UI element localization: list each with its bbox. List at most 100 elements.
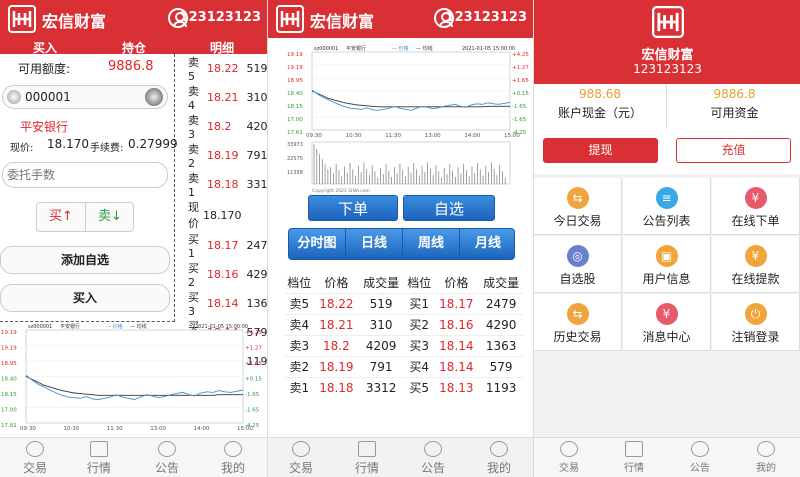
fund-actions: 提现 充值 [534, 128, 800, 174]
buy-submit-button[interactable]: 买入 [0, 284, 170, 312]
tab-market[interactable]: 行情 [74, 441, 124, 476]
tab-mine[interactable]: 我的 [741, 441, 791, 474]
tab-monthly[interactable]: 月线 [460, 229, 514, 259]
menu-item[interactable]: ⏻ 注销登录 [712, 294, 800, 351]
book-volume: 4290 [246, 268, 268, 281]
y-tick-label: +1.27 [245, 346, 262, 352]
x-tick-label: 11:30 [107, 426, 123, 432]
menu-item-label: 公告列表 [642, 214, 691, 228]
tab-weekly[interactable]: 周线 [403, 229, 460, 259]
book-volume: 3312 [246, 178, 268, 191]
tab-trade[interactable]: 交易 [276, 441, 326, 476]
available-value: 9886.8 [713, 87, 756, 101]
book-price: 18.14 [207, 297, 239, 310]
y-tick-label: -1.65 [512, 117, 527, 123]
quote-cell: 579 [478, 355, 524, 377]
y-tick-label: +0.15 [512, 91, 529, 97]
book-price: 18.18 [207, 178, 239, 191]
brand-name: 宏信财富 [641, 48, 694, 63]
quote-cell: 买5 [403, 376, 435, 398]
book-level: 卖4 [188, 85, 199, 112]
chart-copyright: Copyright 2021 SINA.com [312, 188, 370, 194]
tab-notice[interactable]: 公告 [408, 441, 458, 476]
quote-row: 卖4 18.21 310 买2 18.16 4290 [284, 313, 524, 335]
tab-notice[interactable]: 公告 [142, 441, 192, 476]
quote-cell: 18.18 [314, 376, 359, 398]
minus-icon[interactable] [7, 90, 21, 104]
watchlist-button[interactable]: 自选 [403, 195, 495, 221]
tab-mine[interactable]: 我的 [474, 441, 524, 476]
book-level: 卖5 [188, 56, 199, 83]
order-button[interactable]: 下单 [308, 195, 398, 221]
menu-item-label: 在线提款 [731, 272, 780, 286]
tab-daily[interactable]: 日线 [346, 229, 403, 259]
quote-cell: 卖2 [284, 355, 315, 377]
quote-cell: 519 [358, 292, 404, 314]
y-tick-label: +1.65 [245, 361, 262, 367]
tab-trade[interactable]: 交易 [10, 441, 60, 476]
x-tick-label: 15:00 [504, 133, 520, 139]
available-label: 可用资金 [710, 106, 759, 120]
price-label: 现价: [10, 143, 34, 154]
brand-logo-icon [8, 5, 36, 33]
book-row: 卖1 18.18 3312 [186, 170, 267, 199]
sell-direction-button[interactable]: 卖↓ [86, 203, 134, 231]
add-watchlist-button[interactable]: 添加自选 [0, 246, 170, 274]
price-value: 18.170 [47, 137, 89, 151]
exchange-icon [292, 441, 310, 457]
tab-mine[interactable]: 我的 [208, 441, 258, 476]
tab-market[interactable]: 行情 [342, 441, 392, 476]
brand-name: 宏信财富 [310, 12, 375, 31]
quote-header: 成交量 [483, 275, 520, 290]
menu-item[interactable]: ⇆ 今日交易 [534, 178, 622, 235]
book-price: 18.21 [207, 91, 239, 104]
bottom-tab-bar: 交易 行情 公告 我的 [268, 437, 533, 477]
quote-cell: 18.22 [314, 292, 359, 314]
x-tick-label: 09:30 [20, 426, 36, 432]
menu-item[interactable]: ¥ 在线提款 [712, 236, 800, 293]
quote-cell: 买2 [403, 313, 435, 335]
quote-cell: 买4 [403, 355, 435, 377]
tab-intraday[interactable]: 分时图 [289, 229, 346, 259]
quantity-input[interactable] [2, 162, 168, 188]
menu-item[interactable]: ¥ 消息中心 [623, 294, 711, 351]
app-header: 宏信财富 123123123 [0, 0, 267, 38]
plus-icon[interactable] [145, 88, 163, 106]
book-volume: 310 [246, 91, 268, 104]
balance-summary: 988.68 账户现金（元） 9886.8 可用资金 [534, 84, 800, 128]
tab-mine-label: 我的 [220, 461, 245, 475]
quote-cell: 310 [358, 313, 404, 335]
quote-cell: 1363 [478, 334, 524, 356]
menu-item[interactable]: ≡ 公告列表 [623, 178, 711, 235]
x-tick-label: 13:00 [425, 133, 441, 139]
menu-item[interactable]: ◎ 自选股 [534, 236, 622, 293]
menu-item[interactable]: ¥ 在线下单 [712, 178, 800, 235]
yen-icon: ¥ [744, 187, 767, 209]
menu-item[interactable]: ⇆ 历史交易 [534, 294, 622, 351]
cash-label: 账户现金（元） [557, 106, 642, 120]
tab-notice-label: 公告 [690, 463, 710, 474]
tab-market[interactable]: 行情 [609, 441, 659, 474]
quote-cell: 2479 [478, 292, 524, 314]
user-id: 123123123 [179, 10, 261, 25]
book-price: 18.17 [207, 239, 239, 252]
book-price: 18.22 [207, 62, 239, 75]
buy-direction-button[interactable]: 买↑ [37, 203, 86, 231]
y-tick-label: 18.15 [1, 392, 17, 398]
deposit-button[interactable]: 充值 [676, 138, 791, 163]
menu-item[interactable]: ▣ 用户信息 [623, 236, 711, 293]
y-tick-label: -1.65 [512, 104, 527, 110]
trade-panel: 宏信财富 123123123 买入 持仓 明细 可用额度: 9886.8 000… [0, 0, 267, 477]
withdraw-button[interactable]: 提现 [543, 138, 658, 163]
book-row: 卖2 18.19 791 [186, 141, 267, 170]
y-tick-label: -1.65 [245, 392, 260, 398]
x-tick-label: 10:30 [63, 426, 79, 432]
brand-logo-icon [652, 6, 684, 38]
app-header: 宏信财富 123123123 [268, 0, 533, 38]
tab-trade[interactable]: 交易 [544, 441, 594, 474]
stock-code-field[interactable]: 000001 [2, 85, 168, 109]
bottom-tab-bar: 交易 行情 公告 我的 [0, 437, 267, 477]
y-tick-label: +0.15 [245, 377, 262, 383]
tab-notice[interactable]: 公告 [675, 441, 725, 474]
quote-header: 价格 [324, 275, 349, 290]
